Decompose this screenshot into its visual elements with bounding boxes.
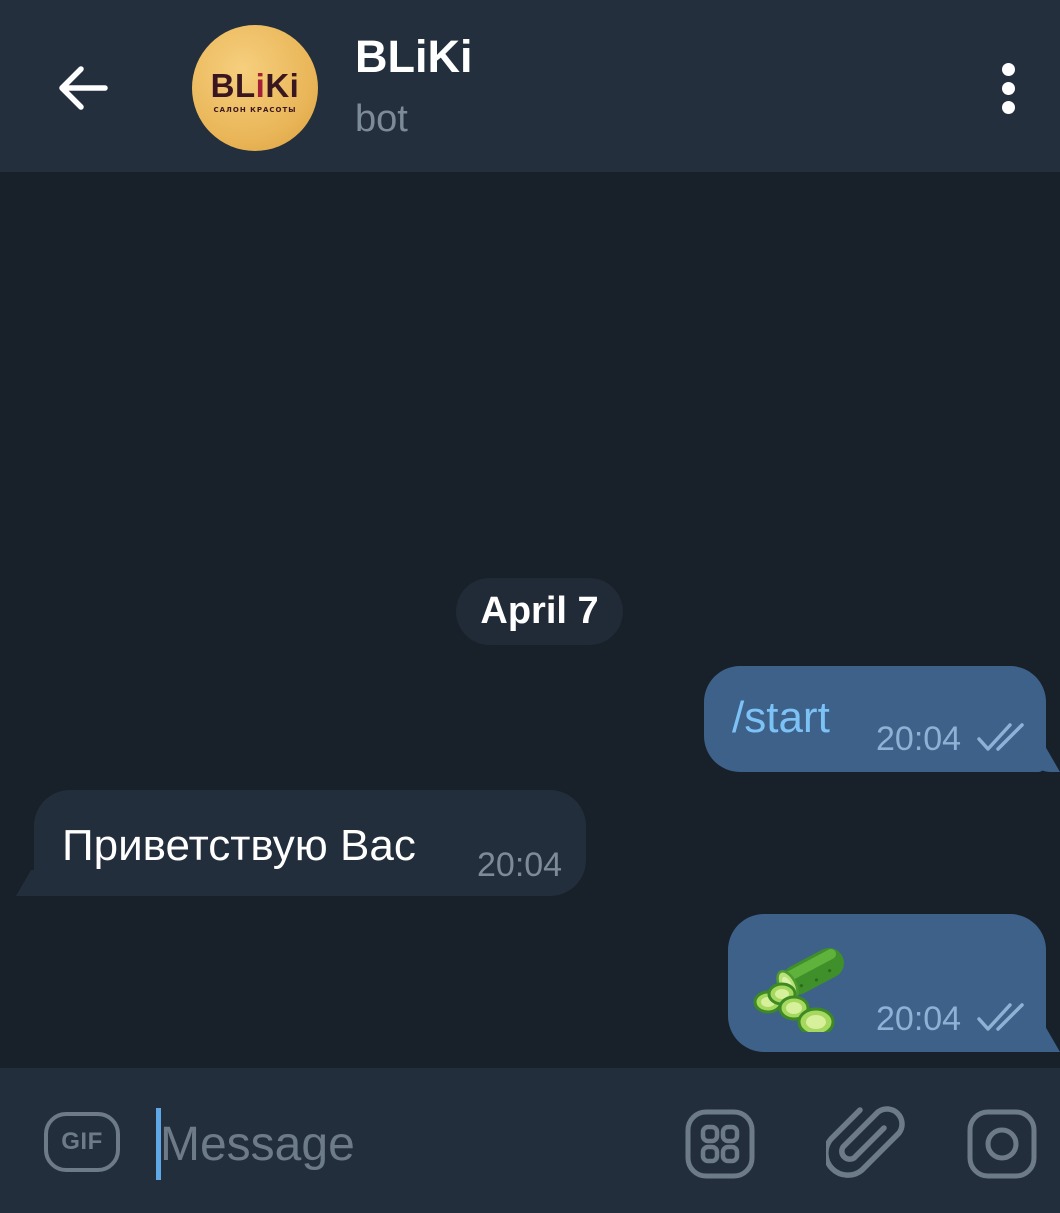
- message-time: 20:04: [876, 1000, 962, 1038]
- paperclip-icon: [826, 1106, 905, 1178]
- avatar[interactable]: BLiKi САЛОН КРАСОТЫ: [192, 25, 318, 151]
- outgoing-message[interactable]: /start 20:04: [704, 666, 1046, 772]
- cucumber-icon: [753, 948, 845, 1032]
- camera-button[interactable]: [966, 1108, 1038, 1180]
- message-input[interactable]: [160, 1108, 640, 1180]
- message-time: 20:04: [477, 846, 563, 884]
- chat-status: bot: [355, 98, 408, 140]
- back-button[interactable]: [38, 46, 128, 130]
- sticker-button[interactable]: [684, 1108, 756, 1180]
- more-vertical-icon: [1001, 62, 1015, 76]
- camera-icon: [967, 1109, 1037, 1179]
- chat-title[interactable]: BLiKi: [355, 34, 473, 79]
- avatar-subtitle: САЛОН КРАСОТЫ: [213, 105, 297, 114]
- sticker-grid-icon: [685, 1109, 755, 1179]
- message-time: 20:04: [876, 720, 962, 758]
- double-check-icon: [977, 1003, 1024, 1031]
- avatar-logo: BLiKi: [210, 66, 300, 104]
- gif-button[interactable]: GIF: [44, 1112, 120, 1172]
- command-link[interactable]: /start: [732, 696, 830, 740]
- arrow-left-icon: [59, 66, 108, 110]
- chat-header: BLiKi САЛОН КРАСОТЫ BLiKi bot: [0, 0, 1060, 172]
- outgoing-message[interactable]: 20:04: [728, 914, 1046, 1052]
- incoming-message[interactable]: Приветствую Вас 20:04: [34, 790, 586, 896]
- more-menu-button[interactable]: [978, 50, 1038, 126]
- more-vertical-icon-dot: [1001, 100, 1015, 114]
- message-text: Приветствую Вас: [62, 821, 416, 870]
- message-list[interactable]: April 7 /start 20:04 Приветствую Вас 20:…: [0, 172, 1060, 1068]
- date-separator: April 7: [456, 578, 623, 645]
- attach-button[interactable]: [826, 1102, 906, 1186]
- double-check-icon: [977, 723, 1024, 751]
- more-vertical-icon-dot: [1001, 81, 1015, 95]
